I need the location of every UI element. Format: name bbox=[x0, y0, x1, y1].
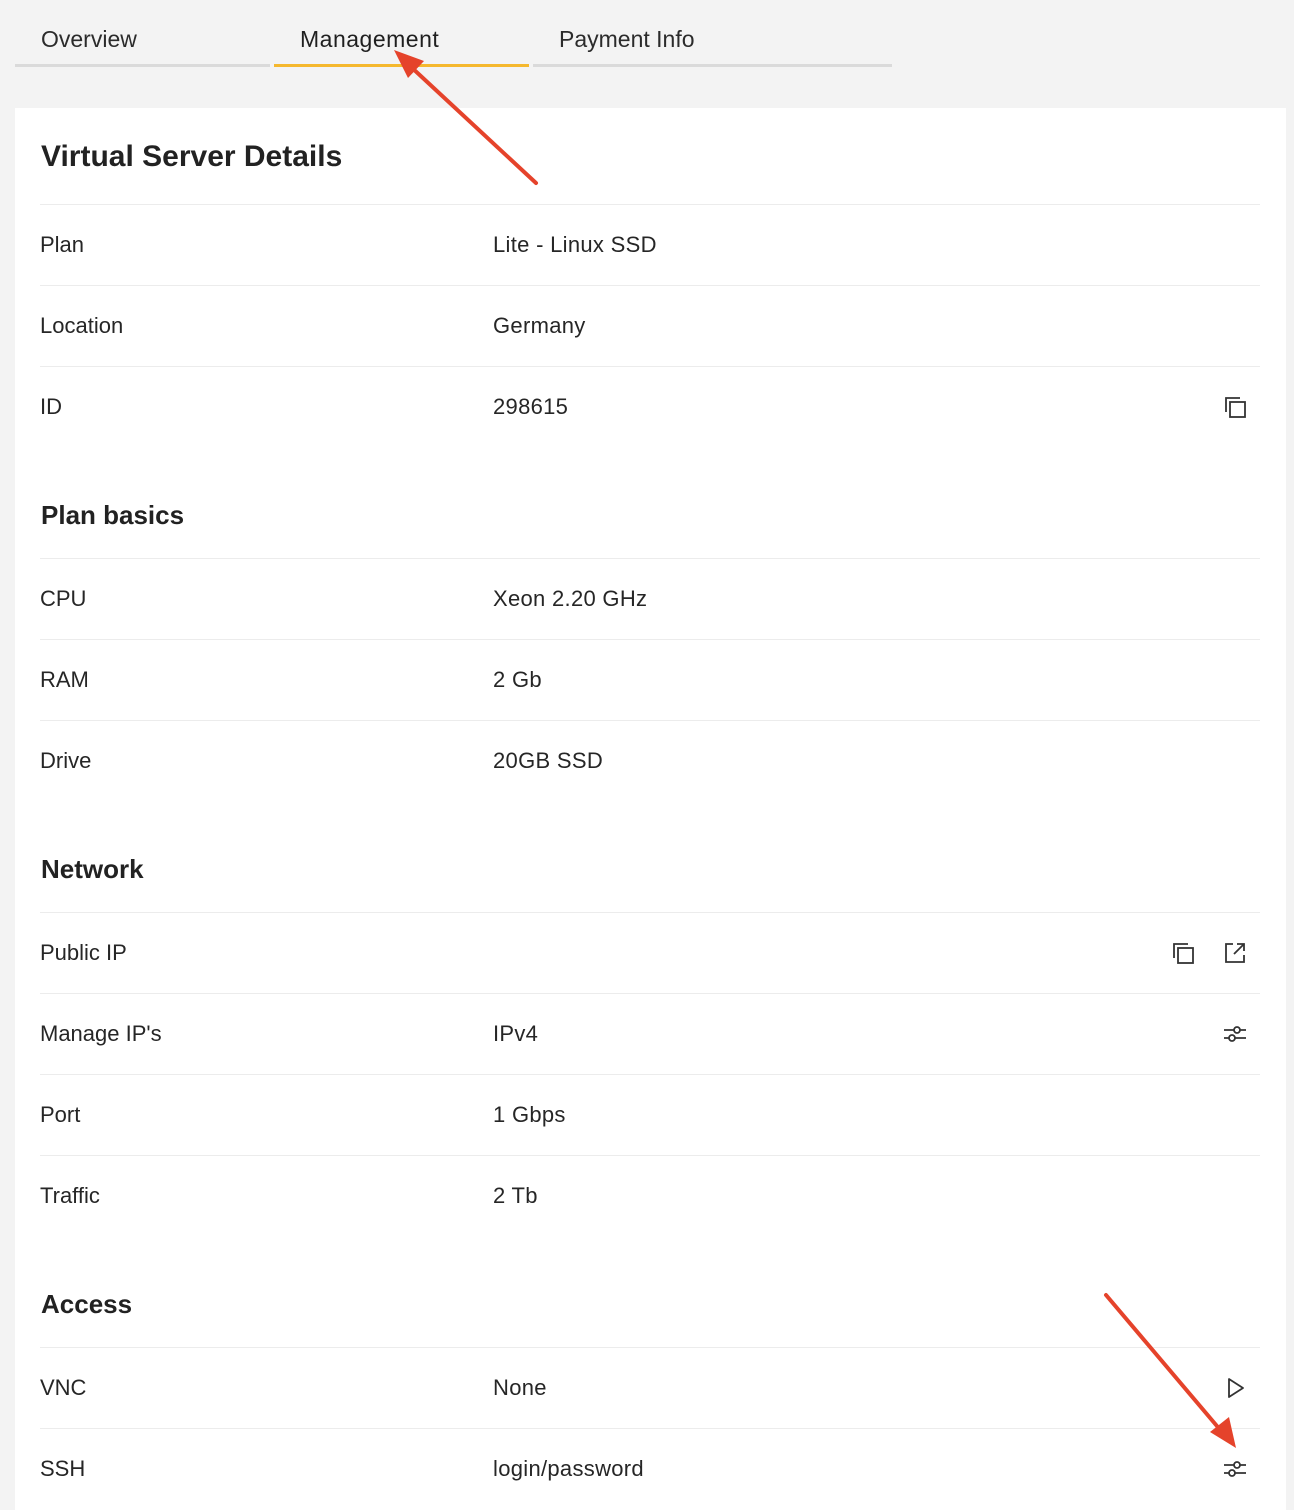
manage-ips-label: Manage IP's bbox=[40, 1021, 162, 1046]
traffic-value: 2 Tb bbox=[493, 1183, 538, 1208]
id-value: 298615 bbox=[493, 394, 569, 419]
traffic-label: Traffic bbox=[40, 1183, 100, 1208]
play-icon[interactable] bbox=[1222, 1375, 1248, 1401]
tab-management[interactable]: Management bbox=[274, 0, 529, 67]
row-plan: Plan Lite - Linux SSD bbox=[40, 204, 1260, 285]
port-value: 1 Gbps bbox=[493, 1102, 566, 1127]
ssh-value: login/password bbox=[493, 1456, 644, 1481]
network-heading: Network bbox=[41, 854, 144, 884]
row-drive: Drive 20GB SSD bbox=[40, 720, 1260, 801]
ram-value: 2 Gb bbox=[493, 667, 542, 692]
vnc-label: VNC bbox=[40, 1375, 87, 1400]
page-title: Virtual Server Details bbox=[41, 140, 343, 173]
vnc-value: None bbox=[493, 1375, 547, 1400]
location-label: Location bbox=[40, 313, 124, 338]
port-label: Port bbox=[40, 1102, 81, 1127]
manage-ips-value: IPv4 bbox=[493, 1021, 539, 1046]
plan-label: Plan bbox=[40, 232, 85, 257]
row-public-ip: Public IP bbox=[40, 912, 1260, 993]
row-traffic: Traffic 2 Tb bbox=[40, 1155, 1260, 1236]
ram-label: RAM bbox=[40, 667, 89, 692]
row-port: Port 1 Gbps bbox=[40, 1074, 1260, 1155]
row-id: ID 298615 bbox=[40, 366, 1260, 447]
drive-label: Drive bbox=[40, 748, 92, 773]
copy-icon[interactable] bbox=[1222, 394, 1248, 420]
row-location: Location Germany bbox=[40, 285, 1260, 366]
plan-value: Lite - Linux SSD bbox=[493, 232, 657, 257]
id-label: ID bbox=[40, 394, 62, 419]
external-link-icon[interactable] bbox=[1222, 940, 1248, 966]
access-heading: Access bbox=[41, 1289, 133, 1319]
tab-overview[interactable]: Overview bbox=[15, 0, 270, 67]
sliders-icon[interactable] bbox=[1222, 1021, 1248, 1047]
ssh-label: SSH bbox=[40, 1456, 86, 1481]
cpu-label: CPU bbox=[40, 586, 87, 611]
sliders-icon[interactable] bbox=[1222, 1456, 1248, 1482]
plan-basics-heading: Plan basics bbox=[41, 500, 185, 530]
row-ram: RAM 2 Gb bbox=[40, 639, 1260, 720]
row-cpu: CPU Xeon 2.20 GHz bbox=[40, 558, 1260, 639]
cpu-value: Xeon 2.20 GHz bbox=[493, 586, 648, 611]
copy-icon[interactable] bbox=[1170, 940, 1196, 966]
row-manage-ips: Manage IP's IPv4 bbox=[40, 993, 1260, 1074]
drive-value: 20GB SSD bbox=[493, 748, 604, 773]
row-ssh: SSH login/password bbox=[40, 1428, 1260, 1509]
tab-bar: Overview Management Payment Info bbox=[15, 0, 892, 70]
server-details-card: Virtual Server Details Plan Lite - Linux… bbox=[15, 108, 1286, 1510]
location-value: Germany bbox=[493, 313, 586, 338]
tab-payment-info[interactable]: Payment Info bbox=[533, 0, 892, 67]
row-vnc: VNC None bbox=[40, 1347, 1260, 1428]
public-ip-label: Public IP bbox=[40, 940, 127, 965]
